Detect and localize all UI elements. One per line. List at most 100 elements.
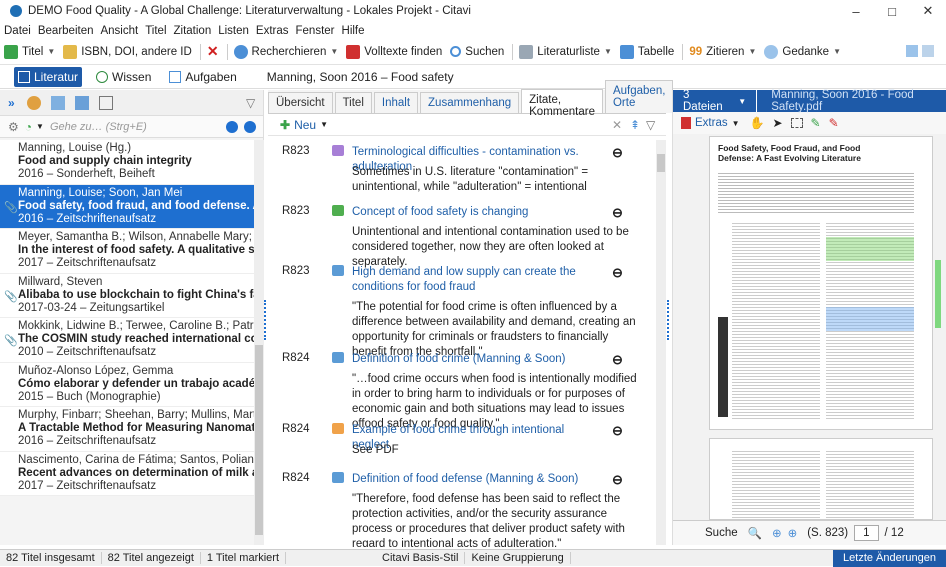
filter-icon[interactable]: ▽: [246, 96, 255, 110]
highlight-icon[interactable]: ✎: [811, 116, 821, 130]
link-icon[interactable]: ⊖: [612, 145, 623, 161]
tabelle-button[interactable]: Tabelle: [619, 44, 674, 59]
attachment-icon: 📎: [4, 201, 18, 214]
recent-changes-button[interactable]: Letzte Änderungen: [833, 550, 946, 567]
annotation-marker: [935, 260, 941, 328]
link-icon[interactable]: ⊖: [612, 423, 623, 439]
quote-title[interactable]: Definition of food defense (Manning & So…: [352, 472, 602, 487]
list-item[interactable]: Muñoz-Alonso López, Gemma Cómo elaborar y…: [0, 362, 254, 407]
link-icon[interactable]: ⊖: [612, 205, 623, 221]
chevron-down-icon[interactable]: ▼: [36, 122, 44, 131]
settings-icon[interactable]: ⚙: [8, 120, 19, 134]
minimize-button[interactable]: –: [838, 0, 874, 22]
group-icon[interactable]: [50, 95, 65, 110]
list-scrollbar[interactable]: [254, 140, 264, 545]
menu-bearbeiten[interactable]: Bearbeiten: [38, 25, 94, 37]
list-item[interactable]: Murphy, Finbarr; Sheehan, Barry; Mullins…: [0, 407, 254, 452]
chevron-down-icon[interactable]: ▼: [732, 119, 740, 128]
suchen-button[interactable]: Suchen: [450, 46, 504, 58]
titel-button[interactable]: Titel ▼: [4, 44, 55, 59]
menu-hilfe[interactable]: Hilfe: [342, 25, 365, 37]
close-button[interactable]: ✕: [910, 0, 946, 22]
red-pen-icon[interactable]: ✎: [829, 116, 839, 130]
extras-button[interactable]: Extras: [695, 117, 728, 129]
menu-fenster[interactable]: Fenster: [296, 25, 335, 37]
tab-aufgaben[interactable]: Aufgaben: [165, 67, 240, 87]
prev-button[interactable]: [226, 120, 238, 133]
tab-inhalt[interactable]: Inhalt: [373, 92, 419, 113]
menu-datei[interactable]: Datei: [4, 25, 31, 37]
filter-icon[interactable]: ▽: [646, 118, 655, 132]
scroll-thumb[interactable]: [657, 154, 665, 172]
page-number-input[interactable]: 1: [854, 525, 879, 541]
tab-literatur[interactable]: Literatur: [14, 66, 83, 87]
quotes-scrollbar[interactable]: [656, 140, 666, 545]
status-style[interactable]: Citavi Basis-Stil: [376, 552, 466, 564]
tab-wissen[interactable]: Wissen: [92, 67, 155, 87]
layout-icon-1[interactable]: [906, 45, 918, 57]
link-icon[interactable]: ⊖: [612, 265, 623, 281]
menu-ansicht[interactable]: Ansicht: [100, 25, 138, 37]
tab-titel[interactable]: Titel: [334, 92, 372, 113]
select-area-icon[interactable]: [790, 118, 803, 128]
selection-icon[interactable]: [74, 95, 89, 110]
tab-aufgaben-label: Aufgaben: [185, 69, 237, 84]
menu-extras[interactable]: Extras: [256, 25, 289, 37]
sort-icon[interactable]: [26, 95, 41, 110]
next-button[interactable]: [244, 120, 256, 133]
goto-search-input[interactable]: Gehe zu… (Strg+E): [50, 121, 147, 133]
splitter-right[interactable]: [667, 300, 671, 340]
list-item[interactable]: 📎 Millward, Steven Alibaba to use blockcha…: [0, 273, 254, 318]
list-item[interactable]: Meyer, Samantha B.; Wilson, Annabelle Ma…: [0, 229, 254, 274]
tab-literatur-label: Literatur: [34, 69, 79, 84]
pdf-title: Food Safety, Food Fraud, and Food Defens…: [718, 143, 861, 163]
status-grouping[interactable]: Keine Gruppierung: [465, 552, 571, 564]
scroll-thumb[interactable]: [255, 345, 263, 535]
menu-titel[interactable]: Titel: [145, 25, 166, 37]
zitieren-button[interactable]: 99 Zitieren ▼: [689, 46, 756, 58]
pdf-journal-spine: [718, 317, 728, 417]
expand-icon[interactable]: »: [8, 96, 15, 110]
item-title: In the interest of food safety. A qualit…: [18, 244, 254, 256]
volltexte-button[interactable]: Volltexte finden: [346, 44, 442, 59]
title-bar: DEMO Food Quality - A Global Challenge: …: [0, 0, 946, 22]
list-item-selected[interactable]: 📎 Manning, Louise; Soon, Jan Mei Food safe…: [0, 184, 254, 229]
chevron-down-icon[interactable]: ▼: [320, 120, 328, 129]
list-item[interactable]: 📎 Mokkink, Lidwine B.; Terwee, Caroline B…: [0, 318, 254, 363]
zitieren-label: Zitieren: [706, 45, 745, 58]
search-icon[interactable]: 🔍: [748, 526, 762, 540]
collapse-icon[interactable]: ⇞: [630, 118, 640, 132]
pdf-page-2[interactable]: [709, 438, 933, 520]
page-up-icon[interactable]: ⊕: [772, 526, 782, 540]
tree-icon[interactable]: [98, 95, 113, 110]
hand-icon[interactable]: ✋: [750, 116, 765, 130]
maximize-button[interactable]: □: [874, 0, 910, 22]
tab-uebersicht[interactable]: Übersicht: [268, 92, 333, 113]
link-icon[interactable]: ⊖: [612, 472, 623, 488]
history-icon[interactable]: ◔: [25, 120, 32, 134]
new-button[interactable]: Neu: [294, 118, 316, 132]
literaturliste-button[interactable]: Literaturliste ▼: [519, 44, 612, 59]
tab-aufgaben-orte[interactable]: Aufgaben, Orte: [604, 80, 674, 113]
tab-zusammenhang[interactable]: Zusammenhang: [420, 92, 520, 113]
pdf-page-1[interactable]: Food Safety, Food Fraud, and Food Defens…: [709, 136, 933, 430]
quote-title[interactable]: Concept of food safety is changing: [352, 205, 602, 220]
list-item[interactable]: Nascimento, Carina de Fátima; Santos, Po…: [0, 451, 254, 496]
tab-zitate-kommentare[interactable]: Zitate, Kommentare: [521, 89, 603, 118]
files-dropdown[interactable]: 3 Dateien ▼: [673, 89, 758, 113]
cursor-icon[interactable]: ➤: [772, 116, 782, 130]
page-down-icon[interactable]: ⊕: [788, 526, 798, 540]
isbn-button[interactable]: ISBN, DOI, andere ID: [63, 44, 192, 59]
pdf-col-right: [826, 449, 914, 519]
layout-icon-2[interactable]: [922, 45, 934, 57]
menu-listen[interactable]: Listen: [218, 25, 249, 37]
quote-title[interactable]: High demand and low supply can create th…: [352, 265, 602, 295]
link-icon[interactable]: ⊖: [612, 352, 623, 368]
list-item[interactable]: Manning, Louise (Hg.) Food and supply cha…: [0, 140, 254, 185]
quote-title[interactable]: Definition of food crime (Manning & Soon…: [352, 352, 602, 367]
menu-zitation[interactable]: Zitation: [174, 25, 212, 37]
gedanke-button[interactable]: Gedanke ▼: [764, 44, 841, 59]
clear-icon[interactable]: ✕: [612, 118, 622, 132]
delete-button[interactable]: ✕: [207, 43, 219, 60]
recherchieren-button[interactable]: Recherchieren ▼: [233, 44, 338, 59]
